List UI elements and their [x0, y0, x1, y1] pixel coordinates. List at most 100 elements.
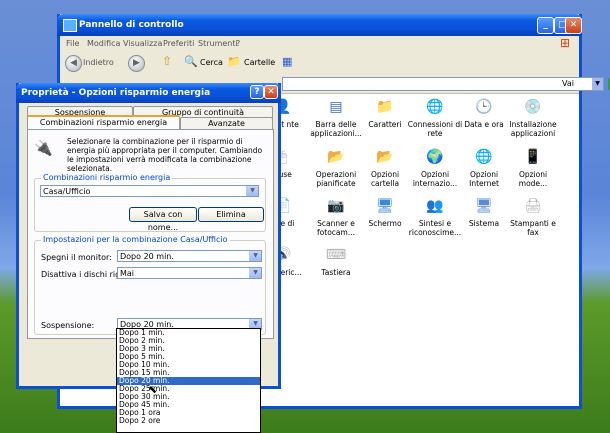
help-button[interactable]: ? — [250, 85, 264, 99]
menu-help[interactable]: ? — [236, 39, 240, 48]
control-panel-item[interactable]: 🖨 Stampanti e fax — [505, 195, 561, 237]
chevron-down-icon[interactable]: ▼ — [249, 268, 261, 278]
scheme-value: Casa/Ufficio — [43, 187, 91, 196]
folders-button-label[interactable]: Cartelle — [244, 58, 275, 67]
control-panel-title: Pannello di controllo — [79, 20, 184, 30]
standby-dropdown-list[interactable]: Dopo 1 min. Dopo 2 min. Dopo 3 min. Dopo 5 … — [116, 328, 261, 433]
control-panel-item-label: Opzioni mode... — [518, 170, 548, 188]
monitor-label: Spegni il monitor: — [41, 253, 112, 262]
views-icon[interactable]: ▦ — [282, 55, 292, 68]
menu-file[interactable]: File — [66, 39, 79, 48]
control-panel-item-icon: 🕒 — [475, 99, 493, 115]
go-button-label[interactable]: Vai — [562, 79, 574, 88]
scheme-group-label: Combinazioni risparmio energia — [41, 173, 173, 182]
control-panel-item[interactable]: 👥 Sintesi e riconoscime... — [407, 195, 463, 237]
control-panel-item-label: Opzioni Internet — [469, 170, 499, 188]
delete-button[interactable]: Elimina — [198, 207, 264, 222]
control-panel-item-label: Sintesi e riconoscime... — [408, 219, 462, 237]
control-panel-item[interactable]: 📱 Opzioni mode... — [505, 146, 561, 188]
control-panel-item-label: Operazioni pianificate — [315, 170, 357, 188]
back-arrow-icon[interactable]: ◀ — [65, 55, 82, 72]
control-panel-item[interactable]: 📁 Caratteri — [357, 96, 413, 129]
control-panel-item-icon: 🖥 — [376, 198, 394, 214]
control-panel-item-label: Connessioni di rete — [407, 120, 463, 138]
control-panel-item-icon: ⌨ — [325, 247, 347, 263]
tab-page: 🔌 Selezionare la combinazione per il ris… — [27, 129, 274, 339]
control-panel-item-icon: 🌐 — [475, 149, 493, 165]
control-panel-item-label: Stampanti e fax — [510, 219, 556, 237]
menu-visualizza[interactable]: Visualizza — [123, 39, 162, 48]
control-panel-item-label: Installazione applicazioni — [509, 120, 557, 138]
disks-select[interactable]: Mai ▼ — [117, 267, 262, 279]
tab-combinazioni[interactable]: Combinazioni risparmio energia — [27, 115, 180, 130]
control-panel-item[interactable]: 🌐 Connessioni di rete — [407, 96, 463, 138]
address-field[interactable]: ▼ — [282, 77, 604, 91]
control-panel-item-icon: ▤ — [329, 99, 343, 115]
description-text: Selezionare la combinazione per il rispa… — [67, 137, 263, 173]
control-panel-item[interactable]: 📂 Operazioni pianificate — [308, 146, 364, 188]
control-panel-item-label: Scanner e fotocam... — [317, 219, 355, 237]
dialog-title: Proprietà - Opzioni risparmio energia — [21, 88, 211, 98]
control-panel-icon — [63, 19, 77, 32]
control-panel-item[interactable]: 📷 Scanner e fotocam... — [308, 195, 364, 237]
menu-strumenti[interactable]: Strumenti — [198, 39, 238, 48]
dropdown-option[interactable]: Dopo 2 ore — [117, 417, 260, 425]
control-panel-item-label: Tastiera — [321, 268, 351, 277]
address-dropdown-icon[interactable]: ▼ — [592, 78, 603, 90]
control-panel-item-label: Opzioni internazio... — [412, 170, 458, 188]
scheme-select[interactable]: Casa/Ufficio ▼ — [40, 185, 259, 197]
control-panel-item-label: Data e ora — [464, 120, 504, 129]
windows-logo-icon: ⊞ — [560, 36, 571, 50]
control-panel-item-icon: 📂 — [376, 149, 394, 165]
control-panel-item-icon: 📷 — [327, 198, 345, 214]
scheme-group: Combinazioni risparmio energia Casa/Uffi… — [34, 173, 266, 232]
control-panel-item[interactable]: 🖥 Schermo — [357, 195, 413, 228]
control-panel-item-label: Sistema — [468, 219, 500, 228]
control-panel-item-icon: 🌍 — [426, 149, 444, 165]
control-panel-item-label: Schermo — [368, 219, 402, 228]
control-panel-item[interactable]: 🖥 Sistema — [456, 195, 512, 228]
control-panel-item[interactable]: 🌍 Opzioni internazio... — [407, 146, 463, 188]
dialog-close-button[interactable]: ✕ — [264, 85, 278, 99]
save-as-button[interactable]: Salva con nome... — [129, 207, 197, 232]
control-panel-item-label: Barra delle applicazioni... — [310, 120, 362, 138]
menu-bar: File Modifica Visualizza Preferiti Strum… — [60, 36, 579, 52]
minimize-button[interactable]: _ — [537, 17, 554, 34]
monitor-value: Dopo 20 min. — [120, 252, 174, 261]
close-button[interactable]: ✕ — [565, 17, 582, 34]
toolbar: ◀ Indietro ▶ ⇧ 🔍 Cerca 📁 Cartelle ▦ — [60, 51, 579, 76]
control-panel-item[interactable]: 🌐 Opzioni Internet — [456, 146, 512, 188]
search-button-label[interactable]: Cerca — [200, 58, 223, 67]
control-panel-item[interactable]: ⌨ Tastiera — [308, 244, 364, 277]
control-panel-item-label: Opzioni cartella — [370, 170, 400, 188]
disks-value: Mai — [120, 269, 135, 278]
folders-icon: 📁 — [227, 55, 241, 68]
control-panel-item-icon: 📂 — [327, 149, 345, 165]
control-panel-item-icon: 📁 — [376, 99, 394, 115]
control-panel-item-icon: 📱 — [524, 149, 542, 165]
search-icon: 🔍 — [184, 55, 198, 68]
control-panel-item[interactable]: 🕒 Data e ora — [456, 96, 512, 129]
control-panel-item-icon: 🖨 — [524, 198, 542, 214]
up-folder-icon[interactable]: ⇧ — [162, 54, 172, 68]
settings-group: Impostazioni per la combinazione Casa/Uf… — [34, 235, 266, 335]
monitor-select[interactable]: Dopo 20 min. ▼ — [117, 250, 262, 262]
control-panel-item[interactable]: ▤ Barra delle applicazioni... — [308, 96, 364, 138]
control-panel-item[interactable]: 📂 Opzioni cartella — [357, 146, 413, 188]
power-plan-icon: 🔌 — [34, 139, 53, 157]
standby-label: Sospensione: — [41, 321, 95, 330]
mouse-cursor-icon: ⬉ — [148, 383, 158, 396]
control-panel-item-label: Caratteri — [368, 120, 402, 129]
settings-group-label: Impostazioni per la combinazione Casa/Uf… — [41, 235, 230, 244]
forward-arrow-icon[interactable]: ▶ — [128, 55, 145, 72]
control-panel-item-icon: 🌐 — [426, 99, 444, 115]
chevron-down-icon[interactable]: ▼ — [246, 186, 258, 196]
menu-preferiti[interactable]: Preferiti — [163, 39, 194, 48]
menu-modifica[interactable]: Modifica — [87, 39, 120, 48]
chevron-down-icon[interactable]: ▼ — [249, 251, 261, 261]
back-button-label[interactable]: Indietro — [83, 58, 114, 67]
control-panel-item-icon: 💿 — [524, 99, 542, 115]
control-panel-titlebar[interactable]: Pannello di controllo _ □ ✕ — [57, 14, 582, 36]
dialog-titlebar[interactable]: Proprietà - Opzioni risparmio energia ? … — [16, 83, 281, 103]
control-panel-item[interactable]: 💿 Installazione applicazioni — [505, 96, 561, 138]
